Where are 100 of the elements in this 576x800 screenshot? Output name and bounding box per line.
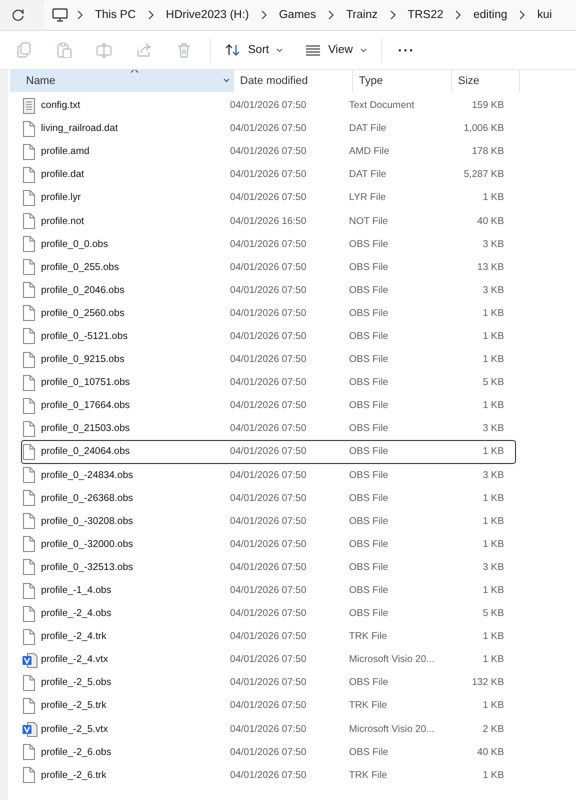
file-name: profile_0_24064.obs xyxy=(41,446,130,458)
file-row[interactable]: profile_0_-24834.obs 04/01/2026 07:50 OBS File 3 KB xyxy=(21,464,516,487)
file-row[interactable]: profile_0_17664.obs 04/01/2026 07:50 OBS File 1 KB xyxy=(21,394,516,418)
size-cell-text: 1 KB xyxy=(482,585,504,596)
breadcrumb-item[interactable]: This PC xyxy=(84,9,147,21)
file-name: profile_0_-26368.obs xyxy=(41,492,134,504)
breadcrumb-item[interactable]: editing xyxy=(462,9,518,21)
size-cell-text: 13 KB xyxy=(476,262,504,273)
size-cell-text: 1,006 KB xyxy=(462,123,504,134)
file-name: profile_0_-30208.obs xyxy=(41,516,134,527)
file-name: profile_-2_5.trk xyxy=(41,700,106,712)
breadcrumb-item[interactable]: kui xyxy=(526,9,563,21)
file-name: profile_-2_4.obs xyxy=(41,608,112,620)
file-row[interactable]: profile_-2_5.vtx 04/01/2026 07:50 Microsoft Visio 20... 2 KB xyxy=(21,718,516,741)
date-cell-text: 04/01/2026 07:50 xyxy=(229,284,308,296)
file-icon xyxy=(22,166,38,183)
file-name: profile_-2_5.vtx xyxy=(41,724,108,735)
file-row[interactable]: profile_-2_4.trk 04/01/2026 07:50 TRK File 1 KB xyxy=(21,625,516,648)
date-cell-text: 04/01/2026 07:50 xyxy=(229,354,308,366)
date-cell-text: 04/01/2026 07:50 xyxy=(229,608,308,620)
breadcrumb-item[interactable]: TRS22 xyxy=(396,9,454,21)
file-row[interactable]: profile.dat 04/01/2026 07:50 DAT File 5,287 KB xyxy=(21,163,516,186)
file-row[interactable]: profile_0_-30208.obs 04/01/2026 07:50 OBS File 1 KB xyxy=(21,510,516,533)
file-row[interactable]: config.txt 04/01/2026 07:50 Text Document 159 KB xyxy=(21,94,516,118)
file-row[interactable]: profile.lyr 04/01/2026 07:50 LYR File 1 KB xyxy=(21,186,516,210)
more-button[interactable]: ··· xyxy=(388,38,425,62)
type-cell-text: OBS File xyxy=(349,492,390,504)
column-header[interactable]: Name xyxy=(10,70,234,92)
file-row[interactable]: profile_0_24064.obs 04/01/2026 07:50 OBS File 1 KB xyxy=(21,440,516,464)
file-row[interactable]: living_railroad.dat 04/01/2026 07:50 DAT File 1,006 KB xyxy=(21,117,516,140)
date-cell-text: 04/01/2026 07:50 xyxy=(229,192,308,204)
type-cell-text: OBS File xyxy=(349,308,390,319)
type-cell-text: OBS File xyxy=(349,470,390,481)
file-icon xyxy=(22,213,38,230)
chevron-icon xyxy=(454,10,462,20)
file-name: profile_0_2046.obs xyxy=(41,284,124,296)
size-cell-text: 3 KB xyxy=(482,284,504,296)
file-row[interactable]: profile_0_10751.obs 04/01/2026 07:50 OBS File 5 KB xyxy=(21,371,516,394)
file-row[interactable]: profile_0_21503.obs 04/01/2026 07:50 OBS File 3 KB xyxy=(21,417,516,440)
view-button[interactable]: View xyxy=(297,35,375,65)
file-row[interactable]: profile_0_9215.obs 04/01/2026 07:50 OBS File 1 KB xyxy=(21,348,516,372)
file-row[interactable]: profile_-1_4.obs 04/01/2026 07:50 OBS File 1 KB xyxy=(21,578,516,602)
size-cell-text: 3 KB xyxy=(482,562,504,573)
size-cell-text: 1 KB xyxy=(482,492,504,504)
file-icon xyxy=(22,190,38,206)
file-icon xyxy=(22,352,38,368)
size-cell-text: 1 KB xyxy=(482,631,504,642)
file-row[interactable]: profile_-2_5.trk 04/01/2026 07:50 TRK File 1 KB xyxy=(21,694,516,718)
file-row[interactable]: profile_-2_4.vtx 04/01/2026 07:50 Microsoft Visio 20... 1 KB xyxy=(21,648,516,672)
file-icon xyxy=(22,767,38,784)
sort-icon xyxy=(225,43,241,57)
file-row[interactable]: profile_-2_6.obs 04/01/2026 07:50 OBS File 40 KB xyxy=(21,740,516,764)
file-row[interactable]: profile_0_2046.obs 04/01/2026 07:50 OBS File 3 KB xyxy=(21,278,516,302)
file-icon xyxy=(22,374,38,391)
type-cell-text: OBS File xyxy=(349,423,390,434)
file-row[interactable]: profile_0_-5121.obs 04/01/2026 07:50 OBS File 1 KB xyxy=(21,324,516,348)
breadcrumb-item[interactable]: Games xyxy=(268,9,328,21)
text-file-icon xyxy=(22,98,38,114)
file-row[interactable]: profile_-2_4.obs 04/01/2026 07:50 OBS File 5 KB xyxy=(21,602,516,626)
date-cell-text: 04/01/2026 07:50 xyxy=(229,100,308,112)
file-row[interactable]: profile_-2_5.obs 04/01/2026 07:50 OBS File 132 KB xyxy=(21,671,516,694)
file-name: profile_-2_5.obs xyxy=(41,677,112,688)
file-row[interactable]: profile.not 04/01/2026 16:50 NOT File 40 KB xyxy=(21,209,516,233)
size-cell-text: 1 KB xyxy=(482,446,504,458)
file-row[interactable]: profile.amd 04/01/2026 07:50 AMD File 178 KB xyxy=(21,140,516,164)
date-cell-text: 04/01/2026 07:50 xyxy=(229,377,308,388)
file-row[interactable]: profile_-2_6.trk 04/01/2026 07:50 TRK File 1 KB xyxy=(21,764,516,787)
file-row[interactable]: profile_0_0.obs 04/01/2026 07:50 OBS File 3 KB xyxy=(21,232,516,256)
file-row[interactable]: profile_0_-32000.obs 04/01/2026 07:50 OBS File 1 KB xyxy=(21,532,516,556)
type-cell-text: OBS File xyxy=(349,400,390,412)
file-row[interactable]: profile_0_-32513.obs 04/01/2026 07:50 OBS File 3 KB xyxy=(21,556,516,579)
size-cell-text: 1 KB xyxy=(482,516,504,527)
file-icon xyxy=(22,606,38,622)
type-cell-text: OBS File xyxy=(349,377,390,388)
size-cell-text: 1 KB xyxy=(482,700,504,712)
size-cell-text: 1 KB xyxy=(482,654,504,666)
size-cell-text: 1 KB xyxy=(482,354,504,366)
breadcrumb-item[interactable]: HDrive2023 (H:) xyxy=(154,9,260,21)
sort-button[interactable]: Sort xyxy=(217,35,292,65)
type-cell-text: TRK File xyxy=(349,770,388,781)
file-row[interactable]: profile_0_2560.obs 04/01/2026 07:50 OBS File 1 KB xyxy=(21,302,516,325)
file-icon xyxy=(22,467,38,484)
date-cell-text: 04/01/2026 07:50 xyxy=(229,746,308,758)
date-cell-text: 04/01/2026 07:50 xyxy=(229,770,308,781)
file-row[interactable]: profile_0_-26368.obs 04/01/2026 07:50 OBS File 1 KB xyxy=(21,486,516,510)
file-row[interactable]: profile_0_255.obs 04/01/2026 07:50 OBS File 13 KB xyxy=(21,256,516,279)
type-cell-text: NOT File xyxy=(349,216,390,227)
file-icon xyxy=(22,559,38,576)
type-cell-text: Microsoft Visio 20... xyxy=(349,724,436,735)
size-cell-text: 5,287 KB xyxy=(462,169,504,180)
chevron-icon xyxy=(327,10,336,20)
type-cell-text: OBS File xyxy=(349,677,390,688)
type-cell-text: OBS File xyxy=(349,538,390,550)
paste-icon xyxy=(56,42,72,58)
size-cell-text: 2 KB xyxy=(482,724,504,735)
delete-icon xyxy=(176,42,192,58)
type-cell-text: OBS File xyxy=(349,746,390,758)
breadcrumb-item[interactable]: Trainz xyxy=(335,9,389,21)
file-name: profile_0_10751.obs xyxy=(41,377,130,388)
size-cell-text: 40 KB xyxy=(476,216,504,227)
